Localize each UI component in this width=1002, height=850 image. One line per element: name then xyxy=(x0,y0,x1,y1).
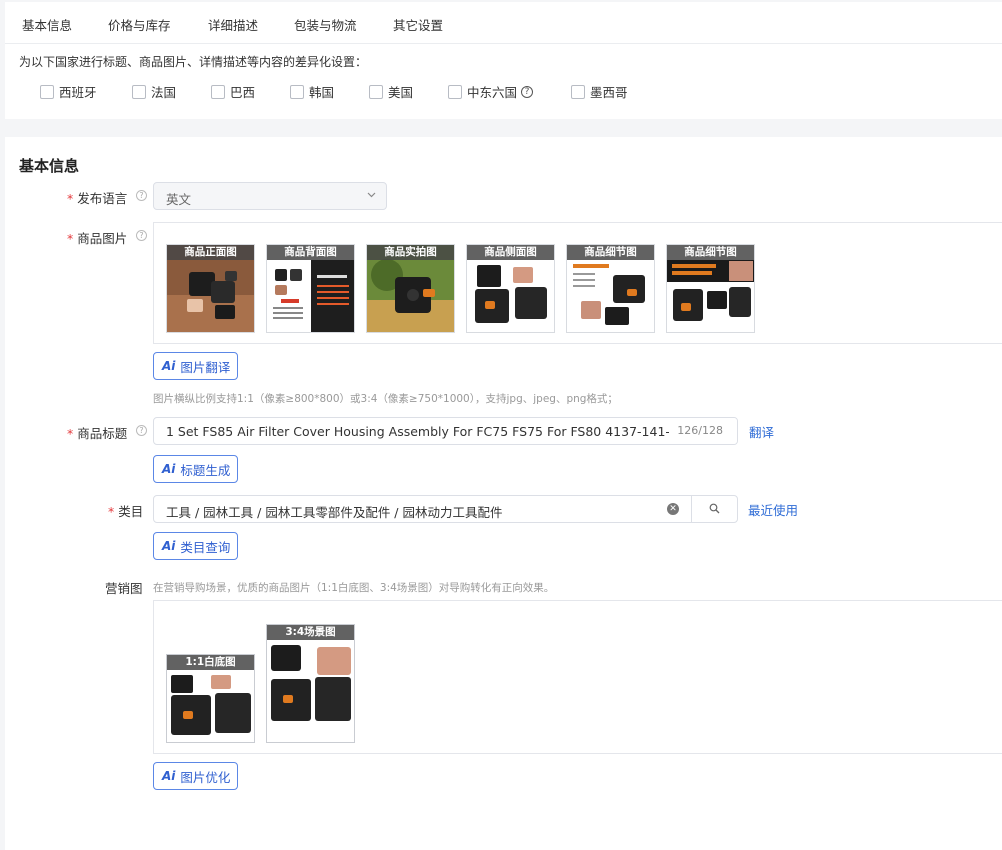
language-select[interactable]: 英文 xyxy=(153,182,387,210)
char-count: 126/128 xyxy=(669,418,737,444)
recent-used-link[interactable]: 最近使用 xyxy=(748,500,798,519)
tab-detail-desc[interactable]: 详细描述 xyxy=(208,15,258,34)
marketing-image-scene[interactable]: 3:4场景图 xyxy=(266,624,355,743)
bottom-card xyxy=(5,794,1002,850)
checkbox-box[interactable] xyxy=(290,84,304,99)
checkbox-korea[interactable]: 韩国 xyxy=(290,82,334,101)
tab-package-logistics[interactable]: 包装与物流 xyxy=(294,15,357,34)
checkbox-label: 西班牙 xyxy=(59,85,97,100)
ai-icon: Ai xyxy=(162,462,176,476)
marketing-image-square[interactable]: 1:1白底图 xyxy=(166,654,255,743)
checkbox-box[interactable] xyxy=(40,84,54,99)
required-mark: * xyxy=(67,426,74,441)
language-select-value: 英文 xyxy=(166,192,192,207)
product-image-front[interactable]: 商品正面图 xyxy=(166,244,255,333)
checkbox-label: 中东六国 xyxy=(467,85,518,100)
image-optimize-button[interactable]: Ai 图片优化 xyxy=(153,762,239,790)
checkbox-label: 美国 xyxy=(388,85,414,100)
thumb-caption: 商品细节图 xyxy=(567,245,654,260)
checkbox-mexico[interactable]: 墨西哥 xyxy=(571,82,628,101)
thumb-caption: 商品实拍图 xyxy=(367,245,454,260)
title-label: * 商品标题 xyxy=(67,423,127,442)
tab-price-stock[interactable]: 价格与库存 xyxy=(108,15,171,34)
product-title-value: 1 Set FS85 Air Filter Cover Housing Asse… xyxy=(166,424,738,439)
button-label: 类目查询 xyxy=(180,539,231,555)
ai-icon: Ai xyxy=(162,769,176,783)
checkbox-usa[interactable]: 美国 xyxy=(369,82,413,101)
checkbox-label: 巴西 xyxy=(230,85,256,100)
category-query-button[interactable]: Ai 类目查询 xyxy=(153,532,239,560)
button-label: 标题生成 xyxy=(180,462,231,478)
required-mark: * xyxy=(67,231,74,246)
checkbox-brazil[interactable]: 巴西 xyxy=(211,82,255,101)
product-image-live[interactable]: 商品实拍图 xyxy=(366,244,455,333)
language-label: * 发布语言 xyxy=(67,188,127,207)
product-image-detail-1[interactable]: 商品细节图 xyxy=(566,244,655,333)
checkbox-label: 墨西哥 xyxy=(590,85,628,100)
marketing-photo xyxy=(267,625,354,742)
category-search-button[interactable] xyxy=(691,496,737,522)
image-format-hint: 图片横纵比例支持1:1（像素≥800*800）或3:4（像素≥750*1000）… xyxy=(153,393,618,405)
question-circle-icon[interactable]: ? xyxy=(521,85,534,98)
tab-bar: 基本信息 价格与库存 详细描述 包装与物流 其它设置 xyxy=(5,2,1002,44)
images-label: * 商品图片 xyxy=(67,228,127,247)
checkbox-spain[interactable]: 西班牙 xyxy=(40,82,97,101)
checkbox-middle-east[interactable]: 中东六国? xyxy=(448,82,534,101)
ai-icon: Ai xyxy=(162,539,176,553)
checkbox-label: 法国 xyxy=(151,85,177,100)
title-label-text: 商品标题 xyxy=(77,426,128,441)
tab-basic-info[interactable]: 基本信息 xyxy=(22,15,72,34)
checkbox-box[interactable] xyxy=(211,84,225,99)
category-label-text: 类目 xyxy=(118,504,144,519)
category-label: * 类目 xyxy=(108,501,143,520)
category-value: 工具 / 园林工具 / 园林工具零部件及配件 / 园林动力工具配件 xyxy=(166,505,503,520)
product-image-detail-2[interactable]: 商品细节图 xyxy=(666,244,755,333)
images-label-text: 商品图片 xyxy=(77,231,128,246)
thumb-caption: 商品侧面图 xyxy=(467,245,554,260)
section-title: 基本信息 xyxy=(19,157,80,175)
title-generate-button[interactable]: Ai 标题生成 xyxy=(153,455,239,483)
marketing-label: 营销图 xyxy=(105,581,143,596)
marketing-hint: 在营销导购场景，优质的商品图片（1:1白底图、3:4场景图）对导购转化有正向效果… xyxy=(153,582,555,594)
tab-other-settings[interactable]: 其它设置 xyxy=(393,15,443,34)
basic-info-card: 基本信息 * 发布语言 ? 英文 * 商品图片 ? 商品正面图 商品背面图 商品… xyxy=(5,137,1002,794)
search-icon xyxy=(709,503,720,514)
help-icon[interactable]: ? xyxy=(136,190,147,201)
image-translate-button[interactable]: Ai 图片翻译 xyxy=(153,352,239,380)
thumb-caption: 商品正面图 xyxy=(167,245,254,260)
marketing-images-panel: 1:1白底图 3:4场景图 xyxy=(153,600,1002,754)
chevron-down-icon xyxy=(367,191,376,201)
button-label: 图片翻译 xyxy=(180,359,231,375)
top-card: 基本信息 价格与库存 详细描述 包装与物流 其它设置 为以下国家进行标题、商品图… xyxy=(5,2,1002,119)
product-image-back[interactable]: 商品背面图 xyxy=(266,244,355,333)
thumb-caption: 商品背面图 xyxy=(267,245,354,260)
button-label: 图片优化 xyxy=(180,769,231,785)
product-images-panel: 商品正面图 商品背面图 商品实拍图 商品侧面图 商品细节图 商品细节图 xyxy=(153,222,1002,344)
thumb-caption: 3:4场景图 xyxy=(267,625,354,640)
translate-link[interactable]: 翻译 xyxy=(749,422,774,441)
help-icon[interactable]: ? xyxy=(136,425,147,436)
product-title-input[interactable]: 1 Set FS85 Air Filter Cover Housing Asse… xyxy=(153,417,738,445)
help-icon[interactable]: ? xyxy=(136,230,147,241)
checkbox-box[interactable] xyxy=(132,84,146,99)
thumb-caption: 商品细节图 xyxy=(667,245,754,260)
language-label-text: 发布语言 xyxy=(77,191,128,206)
thumb-caption: 1:1白底图 xyxy=(167,655,254,670)
required-mark: * xyxy=(108,504,115,519)
category-input[interactable]: 工具 / 园林工具 / 园林工具零部件及配件 / 园林动力工具配件 ✕ xyxy=(153,495,738,523)
checkbox-box[interactable] xyxy=(369,84,383,99)
checkbox-box[interactable] xyxy=(571,84,585,99)
product-image-side[interactable]: 商品侧面图 xyxy=(466,244,555,333)
checkbox-france[interactable]: 法国 xyxy=(132,82,176,101)
required-mark: * xyxy=(67,191,74,206)
ai-icon: Ai xyxy=(162,359,176,373)
checkbox-box[interactable] xyxy=(448,84,462,99)
checkbox-label: 韩国 xyxy=(309,85,335,100)
country-diff-title: 为以下国家进行标题、商品图片、详情描述等内容的差异化设置： xyxy=(19,55,368,69)
clear-icon[interactable]: ✕ xyxy=(667,503,679,515)
